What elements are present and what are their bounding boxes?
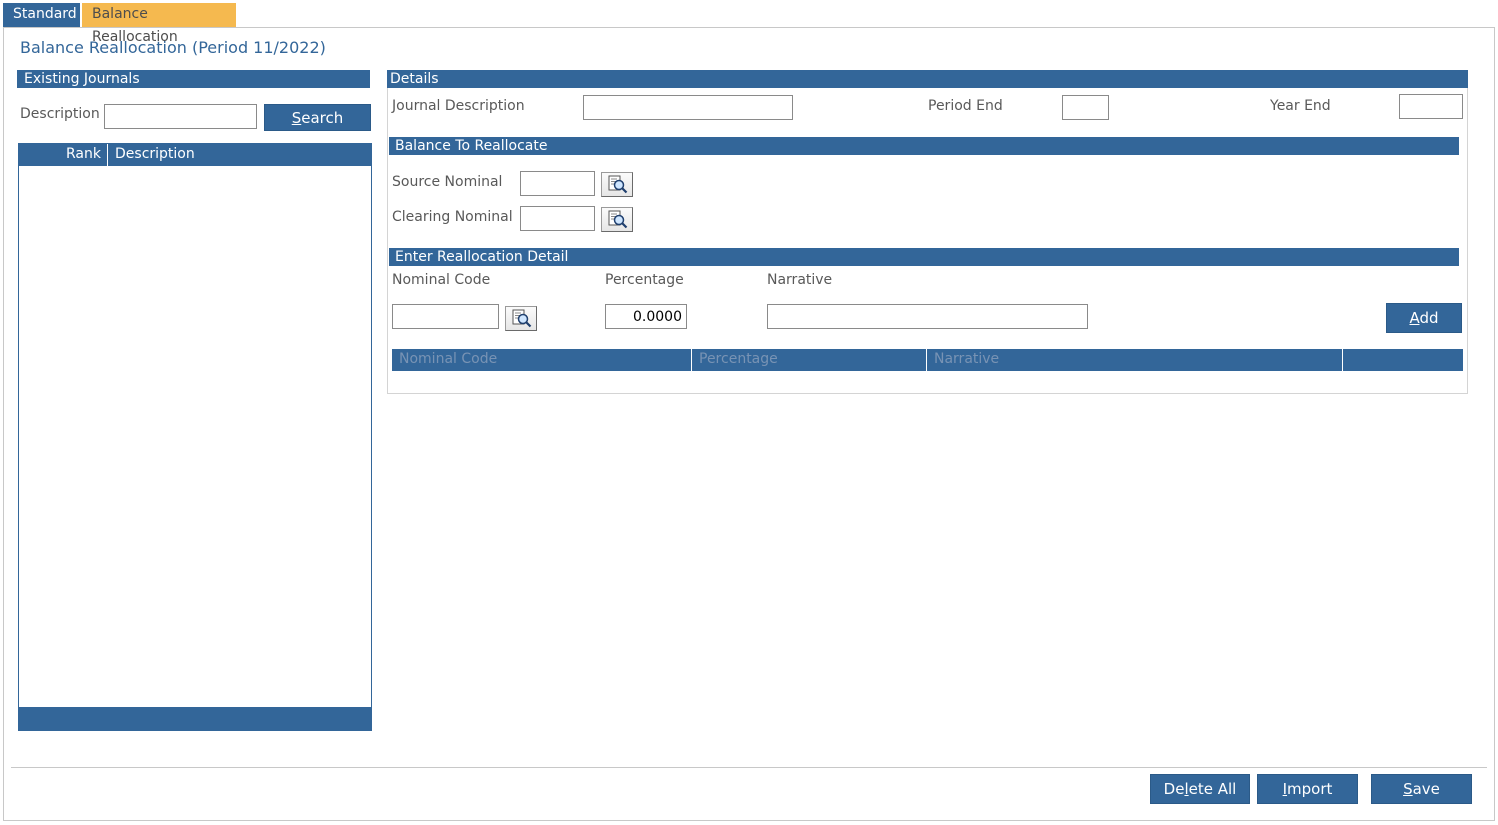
existing-journals-list-footer [19, 707, 371, 730]
journal-search-description-label: Description [20, 106, 100, 122]
tab-balance-reallocation[interactable]: Balance Reallocation [82, 3, 236, 45]
narrative-input[interactable] [767, 304, 1088, 329]
journal-search-description-input[interactable] [104, 104, 257, 129]
existing-journals-list-header: Rank Description [19, 144, 371, 166]
source-nominal-input[interactable] [520, 171, 595, 196]
add-button[interactable]: Add [1386, 303, 1462, 333]
balance-to-reallocate-header: Balance To Reallocate [389, 137, 1459, 155]
details-header: Details [387, 70, 1468, 88]
percentage-label: Percentage [605, 272, 684, 288]
column-header-description[interactable]: Description [109, 144, 195, 166]
clearing-nominal-input[interactable] [520, 206, 595, 231]
period-end-input[interactable] [1062, 95, 1109, 120]
save-button[interactable]: Save [1371, 774, 1472, 804]
grid-column-percentage[interactable]: Percentage [692, 349, 927, 371]
year-end-input[interactable] [1399, 94, 1463, 119]
magnifier-document-icon [608, 175, 628, 194]
details-panel [387, 70, 1468, 394]
nominal-code-input[interactable] [392, 304, 499, 329]
tab-standard[interactable]: Standard [3, 3, 80, 27]
magnifier-document-icon [512, 309, 532, 328]
grid-column-nominal-code[interactable]: Nominal Code [392, 349, 692, 371]
column-header-rank[interactable]: Rank [19, 144, 108, 166]
source-nominal-lookup-button[interactable] [601, 172, 633, 197]
existing-journals-header: Existing Journals [17, 70, 370, 88]
clearing-nominal-label: Clearing Nominal [392, 209, 513, 225]
year-end-label: Year End [1270, 98, 1331, 114]
source-nominal-label: Source Nominal [392, 174, 503, 190]
reallocation-grid-header: Nominal Code Percentage Narrative [392, 349, 1463, 371]
grid-column-actions [1343, 349, 1463, 371]
journal-description-input[interactable] [583, 95, 793, 120]
page-title: Balance Reallocation (Period 11/2022) [20, 38, 326, 57]
period-end-label: Period End [928, 98, 1003, 114]
magnifier-document-icon [608, 210, 628, 229]
delete-all-button[interactable]: Delete All [1150, 774, 1250, 804]
enter-reallocation-detail-header: Enter Reallocation Detail [389, 248, 1459, 266]
percentage-input[interactable] [605, 304, 687, 329]
journal-description-label: Journal Description [392, 98, 525, 114]
grid-column-narrative[interactable]: Narrative [927, 349, 1343, 371]
import-button[interactable]: Import [1257, 774, 1358, 804]
search-button[interactable]: Search [264, 104, 371, 131]
footer-divider [11, 767, 1487, 768]
clearing-nominal-lookup-button[interactable] [601, 207, 633, 232]
nominal-code-label: Nominal Code [392, 272, 491, 288]
existing-journals-list[interactable]: Rank Description [18, 143, 372, 731]
narrative-label: Narrative [767, 272, 833, 288]
nominal-code-lookup-button[interactable] [505, 306, 537, 331]
